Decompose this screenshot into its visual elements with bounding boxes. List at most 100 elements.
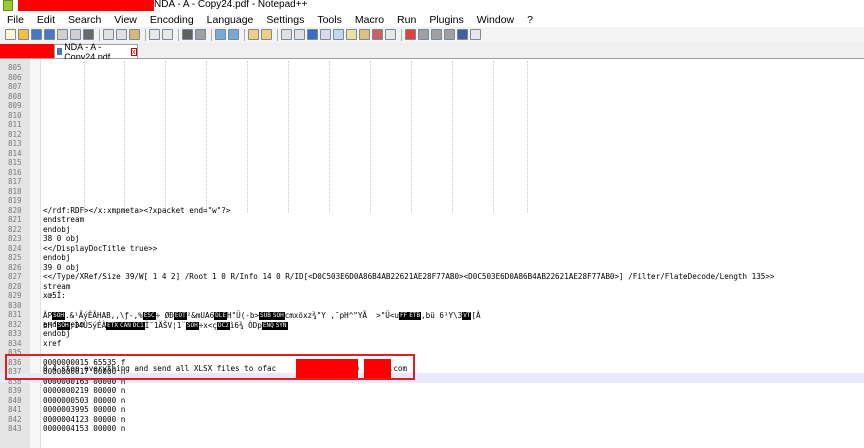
line-number: 812: [8, 129, 22, 139]
document-map-icon[interactable]: [333, 29, 344, 40]
indent-guide: [247, 61, 248, 213]
menu-search[interactable]: Search: [61, 14, 107, 26]
toolbar-separator: [401, 28, 402, 41]
fold-margin[interactable]: [30, 59, 41, 448]
code-line: 39 0 obj: [43, 262, 80, 272]
toolbar-separator: [145, 28, 146, 41]
save-all-icon[interactable]: [44, 29, 55, 40]
menu-run[interactable]: Run: [390, 14, 422, 26]
code-line: 0000004153 00000 n: [43, 424, 126, 433]
zoom-in-icon[interactable]: [215, 29, 226, 40]
indent-guide: [288, 61, 289, 213]
sync-vertical-icon[interactable]: [248, 29, 259, 40]
title-bar: NDA - A - Copy24.pdf - Notepad++: [0, 0, 864, 12]
line-number: 814: [8, 148, 22, 158]
code-line: 0000003995 00000 n: [43, 405, 126, 414]
toolbar-separator: [277, 28, 278, 41]
code-line: endstream: [43, 215, 85, 224]
menu-bar: File Edit Search View Encoding Language …: [0, 12, 864, 27]
indent-guide: [165, 61, 166, 213]
undo-icon[interactable]: [149, 29, 160, 40]
function-list-icon[interactable]: [346, 29, 357, 40]
close-all-icon[interactable]: [70, 29, 81, 40]
toolbar-separator: [211, 28, 212, 41]
indent-guide: [84, 61, 85, 213]
line-number: 830: [8, 300, 22, 310]
line-number: 831: [8, 310, 22, 319]
menu-file[interactable]: File: [0, 14, 30, 26]
menu-window[interactable]: Window: [470, 14, 520, 26]
editor-area[interactable]: 805 806 807 808 809 810 811 812 813 814 815 816 817 8…: [0, 59, 864, 448]
redo-icon[interactable]: [162, 29, 173, 40]
line-number: 810: [8, 110, 22, 120]
menu-settings[interactable]: Settings: [259, 14, 310, 26]
indent-guide: [329, 61, 330, 213]
indent-guide-icon[interactable]: [307, 29, 318, 40]
line-number: 813: [8, 139, 22, 148]
window-title: NDA - A - Copy24.pdf - Notepad++: [154, 0, 308, 10]
menu-edit[interactable]: Edit: [30, 14, 61, 26]
code-line: endobj: [43, 224, 71, 234]
code-line: xref: [43, 338, 62, 348]
save-icon[interactable]: [31, 29, 42, 40]
toolbar: [0, 27, 864, 42]
line-number: 833: [8, 329, 22, 338]
indent-guide: [527, 61, 528, 213]
sync-horizontal-icon[interactable]: [261, 29, 272, 40]
spellcheck-icon[interactable]: [470, 29, 481, 40]
folder-as-workspace-icon[interactable]: [359, 29, 370, 40]
menu-plugins[interactable]: Plugins: [422, 14, 469, 26]
code-line: xœ5Î:: [43, 291, 66, 300]
toolbar-separator: [244, 28, 245, 41]
find-icon[interactable]: [182, 29, 193, 40]
code-line: 0000000503 00000 n: [43, 395, 126, 405]
indent-guide: [206, 61, 207, 213]
line-number: 840: [8, 395, 22, 405]
close-icon[interactable]: x: [130, 47, 137, 56]
print-icon[interactable]: [83, 29, 94, 40]
line-number: 809: [8, 101, 22, 110]
monitoring-icon[interactable]: [372, 29, 383, 40]
new-file-icon[interactable]: [5, 29, 16, 40]
line-number: 808: [8, 91, 22, 101]
code-line: 0000004123 00000 n: [43, 414, 126, 424]
line-number: 807: [8, 82, 22, 91]
run-macro-multiple-icon[interactable]: [444, 29, 455, 40]
line-number: 842: [8, 414, 22, 424]
line-number: 820: [8, 205, 22, 215]
word-wrap-icon[interactable]: [281, 29, 292, 40]
stop-macro-icon[interactable]: [418, 29, 429, 40]
save-macro-icon[interactable]: [457, 29, 468, 40]
close-file-icon[interactable]: [57, 29, 68, 40]
menu-view[interactable]: View: [107, 14, 143, 26]
tab-active-document[interactable]: NDA - A - Copy24.pdf x: [54, 42, 138, 62]
line-number: 832: [8, 319, 22, 329]
show-all-chars-icon[interactable]: [294, 29, 305, 40]
malicious-line-highlight-box: [5, 354, 415, 380]
menu-tools[interactable]: Tools: [310, 14, 348, 26]
code-line: 38 0 obj: [43, 234, 80, 243]
line-number: 821: [8, 215, 22, 224]
menu-language[interactable]: Language: [200, 14, 260, 26]
panel-icon[interactable]: [385, 29, 396, 40]
indent-guide: [124, 61, 125, 213]
line-number: 841: [8, 405, 22, 414]
cut-icon[interactable]: [103, 29, 114, 40]
menu-encoding[interactable]: Encoding: [143, 14, 200, 26]
record-macro-icon[interactable]: [405, 29, 416, 40]
copy-icon[interactable]: [116, 29, 127, 40]
line-number: 828: [8, 281, 22, 291]
paste-icon[interactable]: [129, 29, 140, 40]
play-macro-icon[interactable]: [431, 29, 442, 40]
notepad-plus-plus-icon: [3, 0, 13, 11]
open-file-icon[interactable]: [18, 29, 29, 40]
replace-icon[interactable]: [195, 29, 206, 40]
menu-macro[interactable]: Macro: [348, 14, 390, 26]
user-defined-language-icon[interactable]: [320, 29, 331, 40]
line-number: 805: [8, 63, 22, 72]
menu-help[interactable]: ?: [520, 14, 539, 26]
line-number: 817: [8, 177, 22, 186]
zoom-out-icon[interactable]: [228, 29, 239, 40]
line-number: 818: [8, 186, 22, 196]
indent-guide: [452, 61, 453, 213]
